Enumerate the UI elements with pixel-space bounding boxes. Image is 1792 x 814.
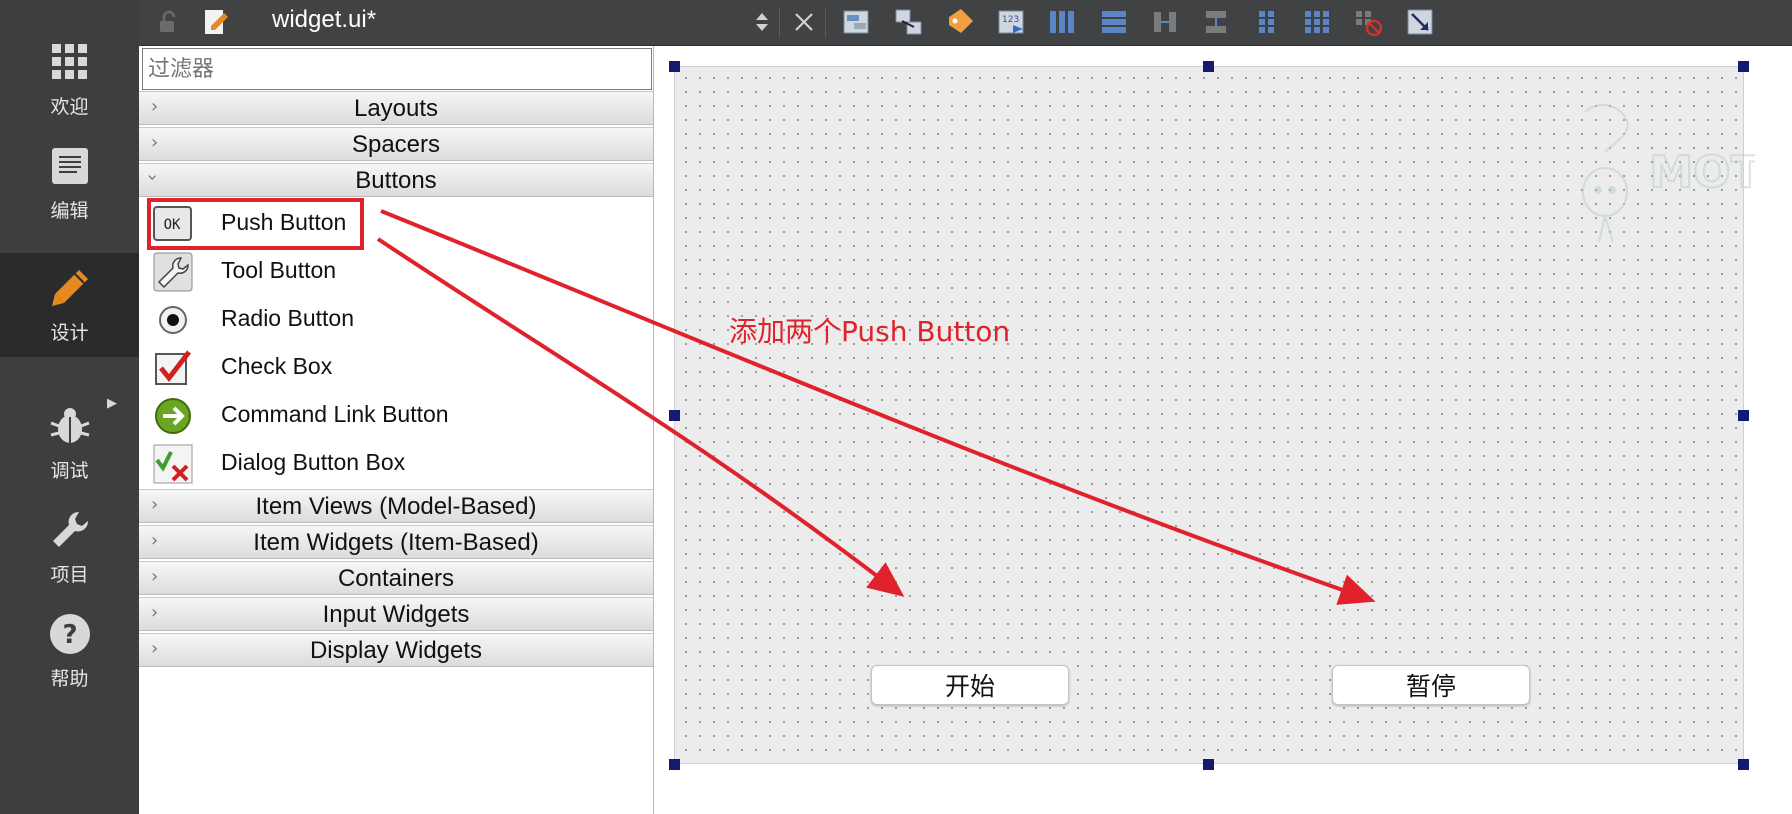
category-label: Layouts: [353, 95, 439, 122]
mode-label: 调试: [50, 459, 89, 482]
resize-handle[interactable]: [669, 410, 680, 421]
edit-widgets-icon[interactable]: [842, 7, 872, 37]
layout-vertical-icon[interactable]: [1099, 7, 1129, 37]
mode-label: 欢迎: [50, 95, 89, 118]
mode-welcome[interactable]: 欢迎: [0, 27, 139, 131]
resize-handle[interactable]: [1203, 61, 1214, 72]
filter-input[interactable]: [142, 48, 652, 90]
category-layouts[interactable]: › Layouts: [139, 91, 653, 125]
widget-item-label: Tool Button: [221, 257, 337, 283]
category-label: Item Views (Model-Based): [255, 493, 537, 520]
mode-label: 项目: [50, 563, 89, 586]
start-button[interactable]: 开始: [871, 665, 1069, 705]
widget-item-radio-button[interactable]: Radio Button: [145, 296, 645, 344]
mode-label: 设计: [50, 321, 89, 344]
category-item-views[interactable]: › Item Views (Model-Based): [139, 489, 653, 523]
category-input-widgets[interactable]: › Input Widgets: [139, 597, 653, 631]
category-label: Item Widgets (Item-Based): [253, 529, 539, 556]
check-box-icon: [153, 348, 193, 388]
annotation-text: 添加两个Push Button: [729, 315, 1011, 348]
category-label: Display Widgets: [309, 637, 483, 664]
widget-item-command-link-button[interactable]: Command Link Button: [145, 392, 645, 440]
break-layout-icon[interactable]: [1353, 7, 1383, 37]
close-icon[interactable]: [789, 7, 819, 37]
pencil-icon: [48, 266, 92, 310]
toolbar-divider: [825, 8, 826, 38]
category-buttons[interactable]: › Buttons: [139, 163, 653, 197]
category-label: Containers: [337, 565, 455, 592]
watermark-text: MOT: [1649, 147, 1755, 198]
resize-handle[interactable]: [1738, 759, 1749, 770]
mode-label: 帮助: [50, 667, 89, 690]
resize-handle[interactable]: [669, 61, 680, 72]
document-icon: [48, 144, 92, 188]
file-title: widget.ui*: [272, 6, 377, 33]
svg-text:?: ?: [62, 620, 77, 650]
mode-debug[interactable]: 调试: [0, 391, 139, 495]
category-label: Spacers: [351, 131, 441, 158]
watermark-logo: MOT: [1555, 92, 1762, 252]
widget-item-label: Check Box: [221, 353, 333, 379]
pause-button[interactable]: 暂停: [1332, 665, 1530, 705]
toolbar-divider: [779, 8, 780, 38]
push-button-highlight-box: [147, 198, 364, 250]
widget-item-label: Dialog Button Box: [221, 449, 406, 475]
tool-button-icon: [153, 252, 193, 292]
form-canvas[interactable]: MOT 开始 暂停: [674, 66, 1762, 764]
form-editor-area: MOT 开始 暂停: [655, 46, 1792, 814]
edit-buddies-icon[interactable]: [945, 7, 975, 37]
mode-edit[interactable]: 编辑: [0, 131, 139, 235]
category-item-widgets[interactable]: › Item Widgets (Item-Based): [139, 525, 653, 559]
dialog-button-box-icon: [153, 444, 193, 484]
bug-icon: [48, 404, 92, 448]
category-containers[interactable]: › Containers: [139, 561, 653, 595]
layout-grid-icon[interactable]: [1302, 7, 1332, 37]
layout-horizontal-splitter-icon[interactable]: [1150, 7, 1180, 37]
grid-icon: [48, 40, 92, 84]
expand-arrow-icon[interactable]: ▶: [107, 396, 117, 411]
category-display-widgets[interactable]: › Display Widgets: [139, 633, 653, 667]
widget-item-check-box[interactable]: Check Box: [145, 344, 645, 392]
resize-handle[interactable]: [1738, 410, 1749, 421]
category-spacers[interactable]: › Spacers: [139, 127, 653, 161]
category-label: Input Widgets: [322, 601, 470, 628]
widget-item-dialog-button-box[interactable]: Dialog Button Box: [145, 440, 645, 488]
widget-box-panel: › Layouts › Spacers › Buttons OK Push Bu…: [139, 46, 654, 814]
sort-arrows-icon[interactable]: [747, 7, 777, 37]
wrench-icon: [48, 508, 92, 552]
mode-design[interactable]: 设计: [0, 253, 139, 357]
edit-file-icon[interactable]: [201, 7, 231, 37]
resize-handle[interactable]: [1203, 759, 1214, 770]
mode-help[interactable]: ? 帮助: [0, 599, 139, 703]
edit-signals-icon[interactable]: [894, 7, 924, 37]
mode-label: 编辑: [50, 199, 89, 222]
layout-form-icon[interactable]: [1252, 7, 1282, 37]
resize-handle[interactable]: [669, 759, 680, 770]
layout-vertical-splitter-icon[interactable]: [1201, 7, 1231, 37]
edit-tab-order-icon[interactable]: 123: [997, 7, 1027, 37]
adjust-size-icon[interactable]: [1405, 7, 1435, 37]
resize-handle[interactable]: [1738, 61, 1749, 72]
mode-sidebar: 欢迎 编辑 设计 调试 ▶ 项目 ? 帮助: [0, 0, 139, 814]
radio-button-icon: [153, 300, 193, 340]
widget-item-label: Command Link Button: [221, 401, 449, 427]
lock-icon[interactable]: [153, 7, 183, 37]
widget-item-label: Radio Button: [221, 305, 354, 331]
layout-horizontal-icon[interactable]: [1047, 7, 1077, 37]
svg-text:123: 123: [1002, 15, 1019, 25]
top-toolbar: widget.ui* 123: [139, 0, 1792, 46]
mode-projects[interactable]: 项目: [0, 495, 139, 599]
command-link-icon: [153, 396, 193, 436]
help-icon: ?: [48, 612, 92, 656]
category-label: Buttons: [355, 167, 437, 194]
widget-item-tool-button[interactable]: Tool Button: [145, 248, 645, 296]
